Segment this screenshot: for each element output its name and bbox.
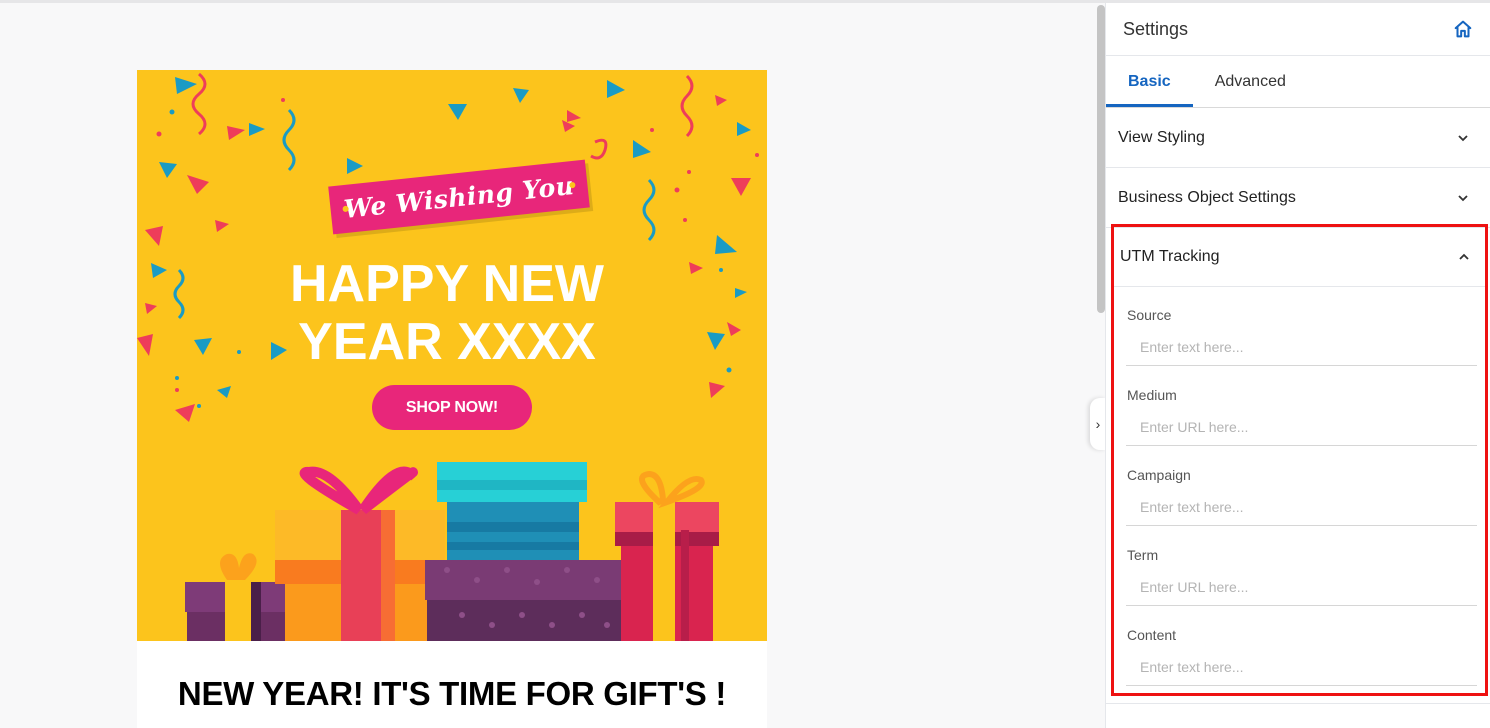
- utm-content-field: Content: [1126, 607, 1477, 687]
- field-label: Source: [1127, 307, 1172, 323]
- headline-line-2: YEAR XXXX: [298, 313, 596, 371]
- collapse-panel-handle[interactable]: ›: [1090, 398, 1106, 450]
- utm-content-input[interactable]: [1126, 649, 1477, 686]
- chevron-down-icon: [1458, 134, 1468, 141]
- new-year-banner[interactable]: We Wishing You HAPPY NEW YEAR XXXX SHOP …: [137, 70, 767, 641]
- section-business-object-settings[interactable]: Business Object Settings: [1106, 168, 1490, 228]
- utm-fields: Source Medium Campaign Term Content: [1114, 287, 1485, 687]
- banner-headline: HAPPY NEW YEAR XXXX: [237, 255, 657, 371]
- panel-divider: [1106, 703, 1490, 704]
- home-icon[interactable]: [1452, 18, 1474, 40]
- email-section-title[interactable]: NEW YEAR! IT'S TIME FOR GIFT'S !: [137, 675, 767, 713]
- ribbon-dot-right: [569, 181, 576, 189]
- settings-header: Settings: [1106, 3, 1490, 56]
- utm-term-field: Term: [1126, 527, 1477, 607]
- utm-source-field: Source: [1126, 287, 1477, 367]
- section-view-styling[interactable]: View Styling: [1106, 108, 1490, 168]
- chevron-right-icon: ›: [1095, 416, 1101, 432]
- utm-medium-field: Medium: [1126, 367, 1477, 447]
- field-label: Term: [1127, 547, 1159, 563]
- editor-canvas: We Wishing You HAPPY NEW YEAR XXXX SHOP …: [0, 3, 1096, 728]
- shop-now-button[interactable]: SHOP NOW!: [372, 385, 532, 430]
- settings-tabs: Basic Advanced: [1106, 56, 1490, 108]
- settings-panel: Settings Basic Advanced View Styling Bus…: [1105, 3, 1490, 728]
- section-label: UTM Tracking: [1120, 247, 1220, 265]
- section-label: View Styling: [1118, 128, 1205, 146]
- settings-title: Settings: [1123, 18, 1189, 39]
- field-label: Campaign: [1127, 467, 1191, 483]
- field-label: Content: [1127, 627, 1177, 643]
- utm-campaign-input[interactable]: [1126, 489, 1477, 526]
- canvas-scrollbar[interactable]: [1097, 5, 1105, 313]
- utm-medium-input[interactable]: [1126, 409, 1477, 446]
- chevron-up-icon: [1459, 253, 1469, 260]
- tab-basic[interactable]: Basic: [1106, 56, 1193, 107]
- utm-tracking-section: UTM Tracking Source Medium Campaign Term…: [1111, 224, 1488, 696]
- headline-line-1: HAPPY NEW: [290, 255, 604, 313]
- utm-campaign-field: Campaign: [1126, 447, 1477, 527]
- section-utm-tracking[interactable]: UTM Tracking: [1114, 227, 1485, 287]
- chevron-down-icon: [1458, 194, 1468, 201]
- email-preview[interactable]: We Wishing You HAPPY NEW YEAR XXXX SHOP …: [137, 70, 767, 728]
- tab-advanced[interactable]: Advanced: [1193, 56, 1308, 107]
- utm-term-input[interactable]: [1126, 569, 1477, 606]
- field-label: Medium: [1127, 387, 1177, 403]
- utm-source-input[interactable]: [1126, 329, 1477, 366]
- section-label: Business Object Settings: [1118, 188, 1296, 206]
